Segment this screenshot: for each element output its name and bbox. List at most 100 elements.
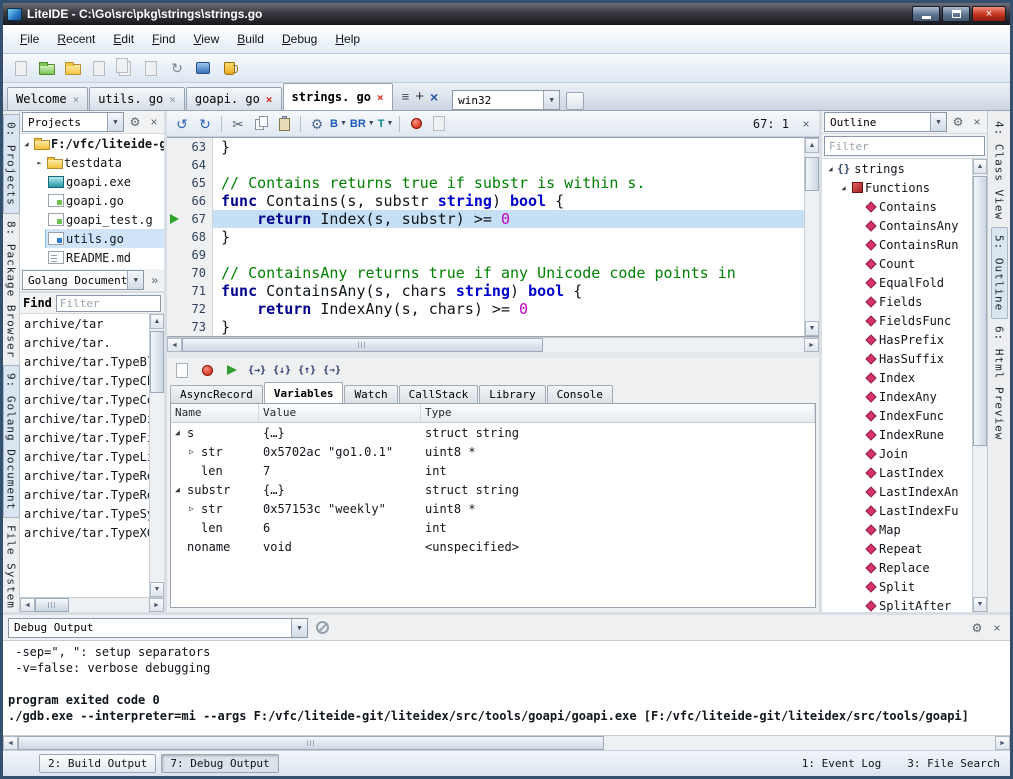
debug-start-icon[interactable] (406, 114, 426, 134)
line-number-66[interactable]: 66 (167, 192, 212, 210)
document-filter-input[interactable] (56, 295, 161, 312)
open-file-icon[interactable] (36, 57, 58, 79)
side-tab-8-package-browser[interactable]: 8: Package Browser (4, 214, 19, 365)
show-current-line-icon[interactable] (172, 361, 192, 379)
outline-item-indexrune[interactable]: IndexRune (822, 425, 972, 444)
code-line-71[interactable]: func ContainsAny(s, chars string) bool { (213, 282, 804, 300)
redo-icon[interactable]: ↻ (195, 114, 215, 134)
debug-tab-library[interactable]: Library (479, 385, 545, 403)
doc-list-item[interactable]: archive/tar.TypeCh (20, 371, 149, 390)
line-number-67[interactable]: 67 (167, 210, 212, 228)
step-out-icon[interactable]: {↑} (297, 361, 317, 379)
side-tab-6-html-preview[interactable]: 6: Html Preview (992, 319, 1007, 447)
overflow-chevron-icon[interactable]: » (147, 272, 162, 288)
outline-item-containsany[interactable]: ContainsAny (822, 216, 972, 235)
cut-icon[interactable]: ✂ (228, 114, 248, 134)
outline-item-hasprefix[interactable]: HasPrefix (822, 330, 972, 349)
test-icon[interactable]: T▼ (378, 118, 394, 130)
close-file-icon[interactable]: ↻ (166, 57, 188, 79)
scroll-thumb[interactable] (18, 736, 604, 750)
doc-list-item[interactable]: archive/tar.TypeReg (20, 485, 149, 504)
variable-row-str[interactable]: ▷str0x57153c "weekly"uint8 * (171, 499, 815, 518)
panel-menu-gear-icon[interactable]: ⚙ (969, 620, 985, 636)
code-line-63[interactable]: } (213, 138, 804, 156)
outline-item-lastindexfu[interactable]: LastIndexFu (822, 501, 972, 520)
expander-icon[interactable]: ▷ (189, 504, 201, 513)
line-number-72[interactable]: 72 (167, 300, 212, 318)
outline-item-count[interactable]: Count (822, 254, 972, 273)
scroll-left-icon[interactable]: ◄ (3, 736, 18, 750)
menu-view[interactable]: View (184, 27, 228, 51)
env-selector[interactable]: win32 ▼ (452, 90, 560, 110)
editor-tab-utils-go[interactable]: utils. go× (89, 87, 185, 110)
edit-env-button[interactable] (566, 92, 584, 110)
outline-item-containsrun[interactable]: ContainsRun (822, 235, 972, 254)
clear-output-icon[interactable] (316, 621, 329, 634)
step-into-icon[interactable]: {↓} (272, 361, 292, 379)
outline-item-indexfunc[interactable]: IndexFunc (822, 406, 972, 425)
panel-close-icon[interactable]: × (969, 114, 985, 130)
close-button[interactable]: × (972, 6, 1006, 22)
tab-close-icon[interactable]: × (266, 94, 273, 105)
continue-icon[interactable] (222, 361, 242, 379)
status-button-7-debug-output[interactable]: 7: Debug Output (161, 754, 278, 773)
stop-debug-icon[interactable] (197, 361, 217, 379)
variable-row-len[interactable]: len6int (171, 518, 815, 537)
expander-icon[interactable]: ◢ (824, 165, 837, 173)
scroll-thumb[interactable] (150, 331, 164, 393)
step-over-icon[interactable]: {→} (247, 361, 267, 379)
doc-list-item[interactable]: archive/tar.TypeBlo (20, 352, 149, 371)
editor-tab-welcome[interactable]: Welcome× (7, 87, 88, 110)
project-tree-item-goapi-test-g[interactable]: goapi_test.g (20, 210, 164, 229)
line-number-71[interactable]: 71 (167, 282, 212, 300)
line-number-63[interactable]: 63 (167, 138, 212, 156)
expander-icon[interactable]: ▷ (189, 447, 201, 456)
panel-close-icon[interactable]: × (989, 620, 1005, 636)
expander-icon[interactable]: ◢ (837, 184, 850, 192)
chevron-down-icon[interactable]: ▼ (543, 91, 559, 109)
line-number-73[interactable]: 73 (167, 318, 212, 336)
project-tree-item-readme-md[interactable]: README.md (20, 248, 164, 267)
side-tab-file-system[interactable]: File System (4, 518, 19, 616)
editor-code-area[interactable]: } // Contains returns true if substr is w… (213, 138, 804, 336)
save-all-icon[interactable] (114, 57, 136, 79)
expander-icon[interactable]: ◢ (175, 485, 187, 494)
output-hscrollbar[interactable]: ◄ ► (3, 735, 1010, 750)
doc-list-item[interactable]: archive/tar.TypeFifo (20, 428, 149, 447)
outline-item-map[interactable]: Map (822, 520, 972, 539)
scroll-right-icon[interactable]: ► (149, 598, 164, 612)
scroll-thumb[interactable] (805, 157, 819, 191)
doc-list-item[interactable]: archive/tar.TypeCo (20, 390, 149, 409)
line-number-64[interactable]: 64 (167, 156, 212, 174)
editor-close-icon[interactable]: × (798, 116, 814, 132)
debug-tab-watch[interactable]: Watch (344, 385, 397, 403)
variable-row-s[interactable]: ◢s{…}struct string (171, 423, 815, 442)
open-folder-icon[interactable] (62, 57, 84, 79)
status-button-1-event-log[interactable]: 1: Event Log (802, 757, 881, 770)
code-line-67[interactable]: return Index(s, substr) >= 0 (213, 210, 804, 228)
variable-row-str[interactable]: ▷str0x5702ac "go1.0.1"uint8 * (171, 442, 815, 461)
editor-gutter[interactable]: 6364656667686970717273 (167, 138, 213, 336)
code-line-68[interactable]: } (213, 228, 804, 246)
panel-close-icon[interactable]: × (146, 114, 162, 130)
doc-list-item[interactable]: archive/tar.TypeLin (20, 447, 149, 466)
scroll-down-icon[interactable]: ▼ (973, 597, 987, 612)
scroll-up-icon[interactable]: ▲ (973, 159, 987, 174)
side-tab-5-outline[interactable]: 5: Outline (991, 227, 1008, 319)
runto-line-icon[interactable]: {⇒} (322, 361, 342, 379)
export-icon[interactable] (140, 57, 162, 79)
build-config-icon[interactable]: ⚙ (307, 114, 327, 134)
project-tree-item-goapi-go[interactable]: goapi.go (20, 191, 164, 210)
menu-file[interactable]: File (11, 27, 48, 51)
code-line-65[interactable]: // Contains returns true if substr is wi… (213, 174, 804, 192)
outline-item-contains[interactable]: Contains (822, 197, 972, 216)
expander-icon[interactable]: ◢ (175, 428, 187, 437)
column-header-name[interactable]: Name (171, 404, 259, 422)
maximize-button[interactable] (942, 6, 970, 22)
undo-icon[interactable]: ↺ (172, 114, 192, 134)
line-number-70[interactable]: 70 (167, 264, 212, 282)
document-list-hscrollbar[interactable]: ◄ ► (20, 597, 164, 612)
expander-icon[interactable]: ► (33, 159, 46, 167)
build-icon[interactable]: B▼ (330, 118, 347, 130)
outline-item-lastindexan[interactable]: LastIndexAn (822, 482, 972, 501)
